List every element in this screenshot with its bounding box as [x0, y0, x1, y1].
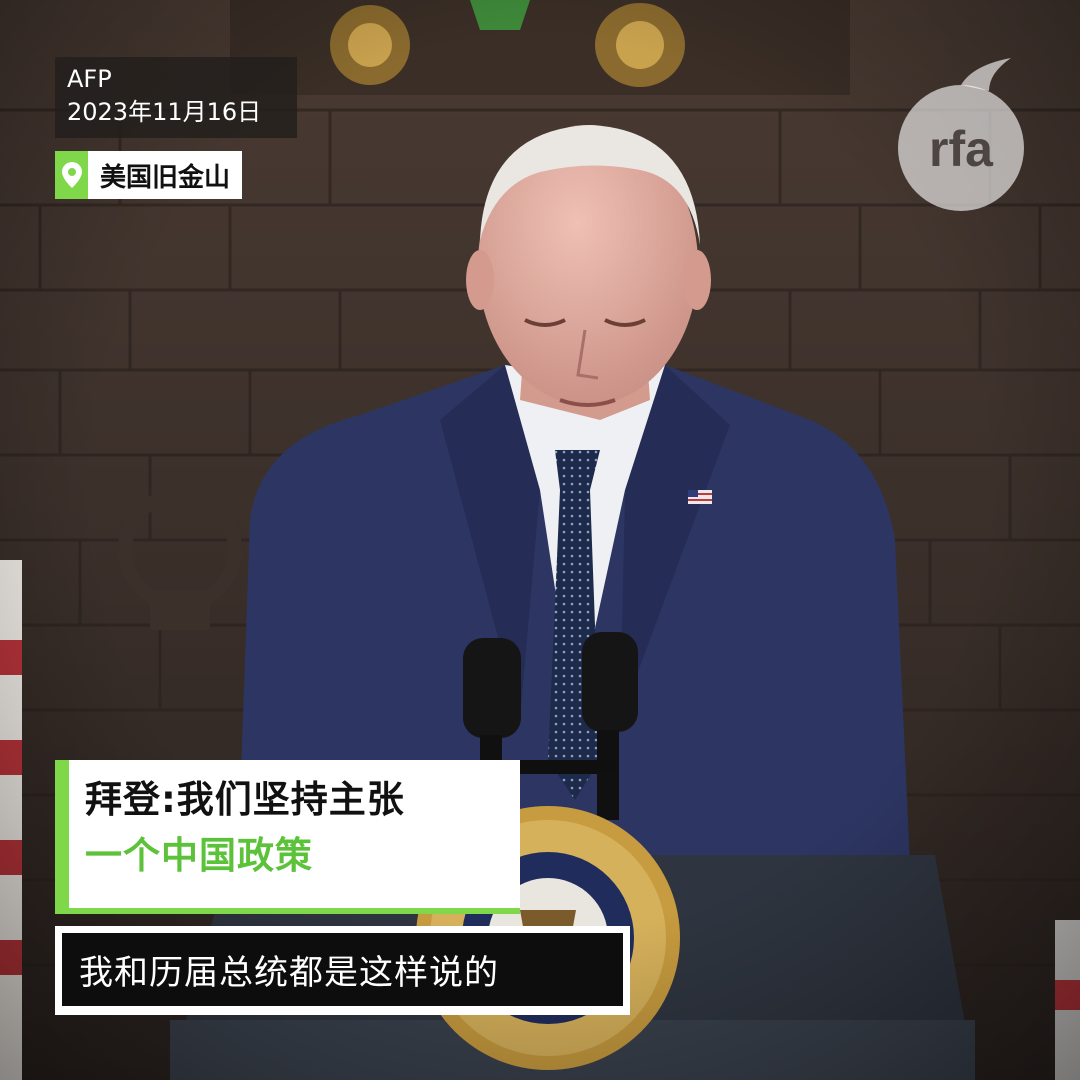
headline-underline	[55, 908, 520, 914]
headline-accent-bar	[55, 760, 69, 914]
source-date-card: AFP 2023年11月16日	[55, 57, 297, 138]
location-pin-icon	[55, 151, 88, 199]
headline-line-2: 一个中国政策	[85, 834, 313, 877]
headline-card: 拜登:我们坚持主张 一个中国政策	[55, 760, 520, 914]
location-badge: 美国旧金山	[55, 151, 243, 199]
headline-line-1: 拜登:我们坚持主张	[85, 778, 405, 821]
broadcast-date: 2023年11月16日	[67, 98, 262, 126]
rfa-logo: rfa	[893, 55, 1029, 215]
headline-box: 拜登:我们坚持主张 一个中国政策	[69, 760, 520, 908]
subtitle-text: 我和历届总统都是这样说的	[62, 933, 623, 1006]
location-name: 美国旧金山	[88, 151, 243, 199]
subtitle-caption: 我和历届总统都是这样说的	[55, 926, 630, 1015]
rfa-logo-text: rfa	[929, 121, 994, 177]
source-agency: AFP	[67, 65, 112, 93]
